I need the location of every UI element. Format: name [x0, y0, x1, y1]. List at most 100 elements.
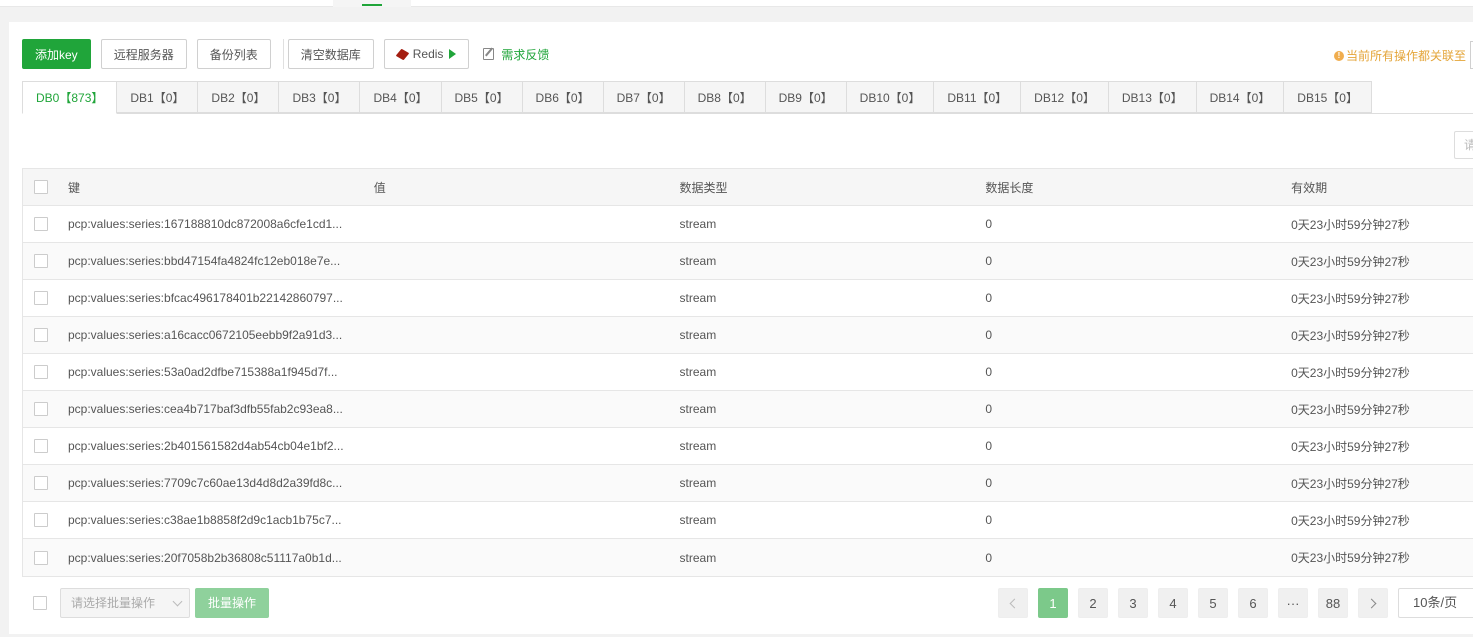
length-cell: 0 [985, 439, 992, 453]
length-cell: 0 [985, 217, 992, 231]
key-cell[interactable]: pcp:values:series:53a0ad2dfbe715388a1f94… [68, 365, 374, 379]
row-checkbox[interactable] [34, 328, 48, 342]
table-row[interactable]: pcp:values:series:20f7058b2b36808c51117a… [23, 539, 1473, 576]
row-checkbox[interactable] [34, 365, 48, 379]
page-ellipsis[interactable]: ··· [1278, 588, 1308, 618]
tab-db3[interactable]: DB3【0】 [279, 81, 361, 113]
type-cell: stream [679, 439, 717, 453]
footer-select-all-checkbox[interactable] [33, 596, 47, 610]
batch-operation-select[interactable]: 请选择批量操作 [60, 588, 190, 618]
chevron-right-icon [1366, 598, 1377, 608]
top-tab-strip [0, 0, 1473, 7]
redis-logo-icon [397, 49, 408, 60]
table-body: pcp:values:series:167188810dc872008a6cfe… [23, 206, 1473, 576]
key-cell[interactable]: pcp:values:series:167188810dc872008a6cfe… [68, 217, 374, 231]
key-cell[interactable]: pcp:values:series:cea4b717baf3dfb55fab2c… [68, 402, 374, 416]
tab-db0[interactable]: DB0【873】 [22, 81, 118, 114]
page-button[interactable]: 6 [1238, 588, 1268, 618]
key-cell[interactable]: pcp:values:series:bfcac496178401b2214286… [68, 291, 374, 305]
table-row[interactable]: pcp:values:series:bfcac496178401b2214286… [23, 280, 1473, 317]
row-checkbox[interactable] [34, 217, 48, 231]
tab-db14[interactable]: DB14【0】 [1196, 81, 1285, 113]
tab-db5[interactable]: DB5【0】 [441, 81, 523, 113]
remote-server-button[interactable]: 远程服务器 [100, 39, 187, 69]
tab-db9[interactable]: DB9【0】 [765, 81, 847, 113]
key-cell[interactable]: pcp:values:series:2b401561582d4ab54cb04e… [68, 439, 374, 453]
select-all-checkbox[interactable] [34, 180, 48, 194]
key-cell[interactable]: pcp:values:series:7709c7c60ae13d4d8d2a39… [68, 476, 374, 490]
row-checkbox-cell [23, 291, 68, 305]
type-cell: stream [679, 513, 717, 527]
tab-db6[interactable]: DB6【0】 [522, 81, 604, 113]
key-cell[interactable]: pcp:values:series:c38ae1b8858f2d9c1acb1b… [68, 513, 374, 527]
page-size-select[interactable]: 10条/页 [1398, 588, 1473, 618]
row-checkbox[interactable] [34, 439, 48, 453]
row-checkbox[interactable] [34, 550, 48, 565]
page-button[interactable]: 88 [1318, 588, 1348, 618]
prev-page-button[interactable] [998, 588, 1028, 618]
table-row[interactable]: pcp:values:series:a16cacc0672105eebb9f2a… [23, 317, 1473, 354]
table-row[interactable]: pcp:values:series:167188810dc872008a6cfe… [23, 206, 1473, 243]
row-checkbox-cell [23, 513, 68, 527]
batch-operation-button[interactable]: 批量操作 [195, 588, 269, 618]
page-button[interactable]: 1 [1038, 588, 1068, 618]
page-button[interactable]: 5 [1198, 588, 1228, 618]
row-checkbox-cell [23, 550, 68, 565]
tab-db4[interactable]: DB4【0】 [360, 81, 442, 113]
column-header-ttl: 有效期 [1291, 180, 1328, 195]
row-checkbox[interactable] [34, 402, 48, 416]
tab-db2[interactable]: DB2【0】 [198, 81, 280, 113]
tab-db13[interactable]: DB13【0】 [1108, 81, 1197, 113]
tab-db15[interactable]: DB15【0】 [1284, 81, 1372, 113]
row-checkbox-cell [23, 328, 68, 342]
table-row[interactable]: pcp:values:series:7709c7c60ae13d4d8d2a39… [23, 465, 1473, 502]
db-tabs: DB0【873】 DB1【0】 DB2【0】 DB3【0】 DB4【0】 DB5【0】 DB… [22, 81, 1473, 114]
page-button[interactable]: 2 [1078, 588, 1108, 618]
tab-db12[interactable]: DB12【0】 [1021, 81, 1109, 113]
ttl-cell: 0天23小时59分钟27秒 [1291, 328, 1410, 343]
type-cell: stream [679, 365, 717, 379]
page-button[interactable]: 3 [1118, 588, 1148, 618]
keys-table: 键 值 数据类型 数据长度 有效期 pcp:values:series:1671… [22, 168, 1473, 577]
row-checkbox[interactable] [34, 476, 48, 490]
chevron-down-icon [172, 596, 183, 607]
length-cell: 0 [985, 291, 992, 305]
redis-button[interactable]: Redis [383, 39, 470, 69]
tab-db10[interactable]: DB10【0】 [846, 81, 935, 113]
table-row[interactable]: pcp:values:series:2b401561582d4ab54cb04e… [23, 428, 1473, 465]
row-checkbox[interactable] [34, 254, 48, 268]
next-page-button[interactable] [1358, 588, 1388, 618]
table-row[interactable]: pcp:values:series:c38ae1b8858f2d9c1acb1b… [23, 502, 1473, 539]
row-checkbox[interactable] [34, 513, 48, 527]
key-cell[interactable]: pcp:values:series:a16cacc0672105eebb9f2a… [68, 328, 374, 342]
type-cell: stream [679, 217, 717, 231]
table-footer: 请选择批量操作 批量操作 1 2 3 4 5 6 ··· 88 10条/页 [22, 588, 1473, 618]
table-row[interactable]: pcp:values:series:cea4b717baf3dfb55fab2c… [23, 391, 1473, 428]
type-cell: stream [679, 476, 717, 490]
page-button[interactable]: 4 [1158, 588, 1188, 618]
feedback-link[interactable]: 需求反馈 [483, 46, 549, 63]
ttl-cell: 0天23小时59分钟27秒 [1291, 476, 1410, 491]
key-cell[interactable]: pcp:values:series:20f7058b2b36808c51117a… [68, 551, 374, 565]
ttl-cell: 0天23小时59分钟27秒 [1291, 551, 1410, 565]
tab-db7[interactable]: DB7【0】 [603, 81, 685, 113]
top-active-tab[interactable] [333, 0, 411, 7]
length-cell: 0 [985, 402, 992, 416]
backup-list-button[interactable]: 备份列表 [196, 39, 271, 69]
length-cell: 0 [985, 365, 992, 379]
tab-db8[interactable]: DB8【0】 [684, 81, 766, 113]
clear-database-button[interactable]: 清空数据库 [287, 39, 374, 69]
tab-db1[interactable]: DB1【0】 [117, 81, 199, 113]
tab-db11[interactable]: DB11【0】 [934, 81, 1022, 113]
feedback-label: 需求反馈 [501, 47, 550, 62]
key-cell[interactable]: pcp:values:series:bbd47154fa4824fc12eb01… [68, 254, 374, 268]
table-row[interactable]: pcp:values:series:53a0ad2dfbe715388a1f94… [23, 354, 1473, 391]
row-checkbox[interactable] [34, 291, 48, 305]
table-row[interactable]: pcp:values:series:bbd47154fa4824fc12eb01… [23, 243, 1473, 280]
ttl-cell: 0天23小时59分钟27秒 [1291, 217, 1410, 232]
row-checkbox-cell [23, 476, 68, 490]
search-input[interactable]: 请 [1454, 131, 1473, 159]
type-cell: stream [679, 254, 717, 268]
add-key-button[interactable]: 添加key [22, 39, 91, 69]
chevron-left-icon [1009, 598, 1020, 608]
